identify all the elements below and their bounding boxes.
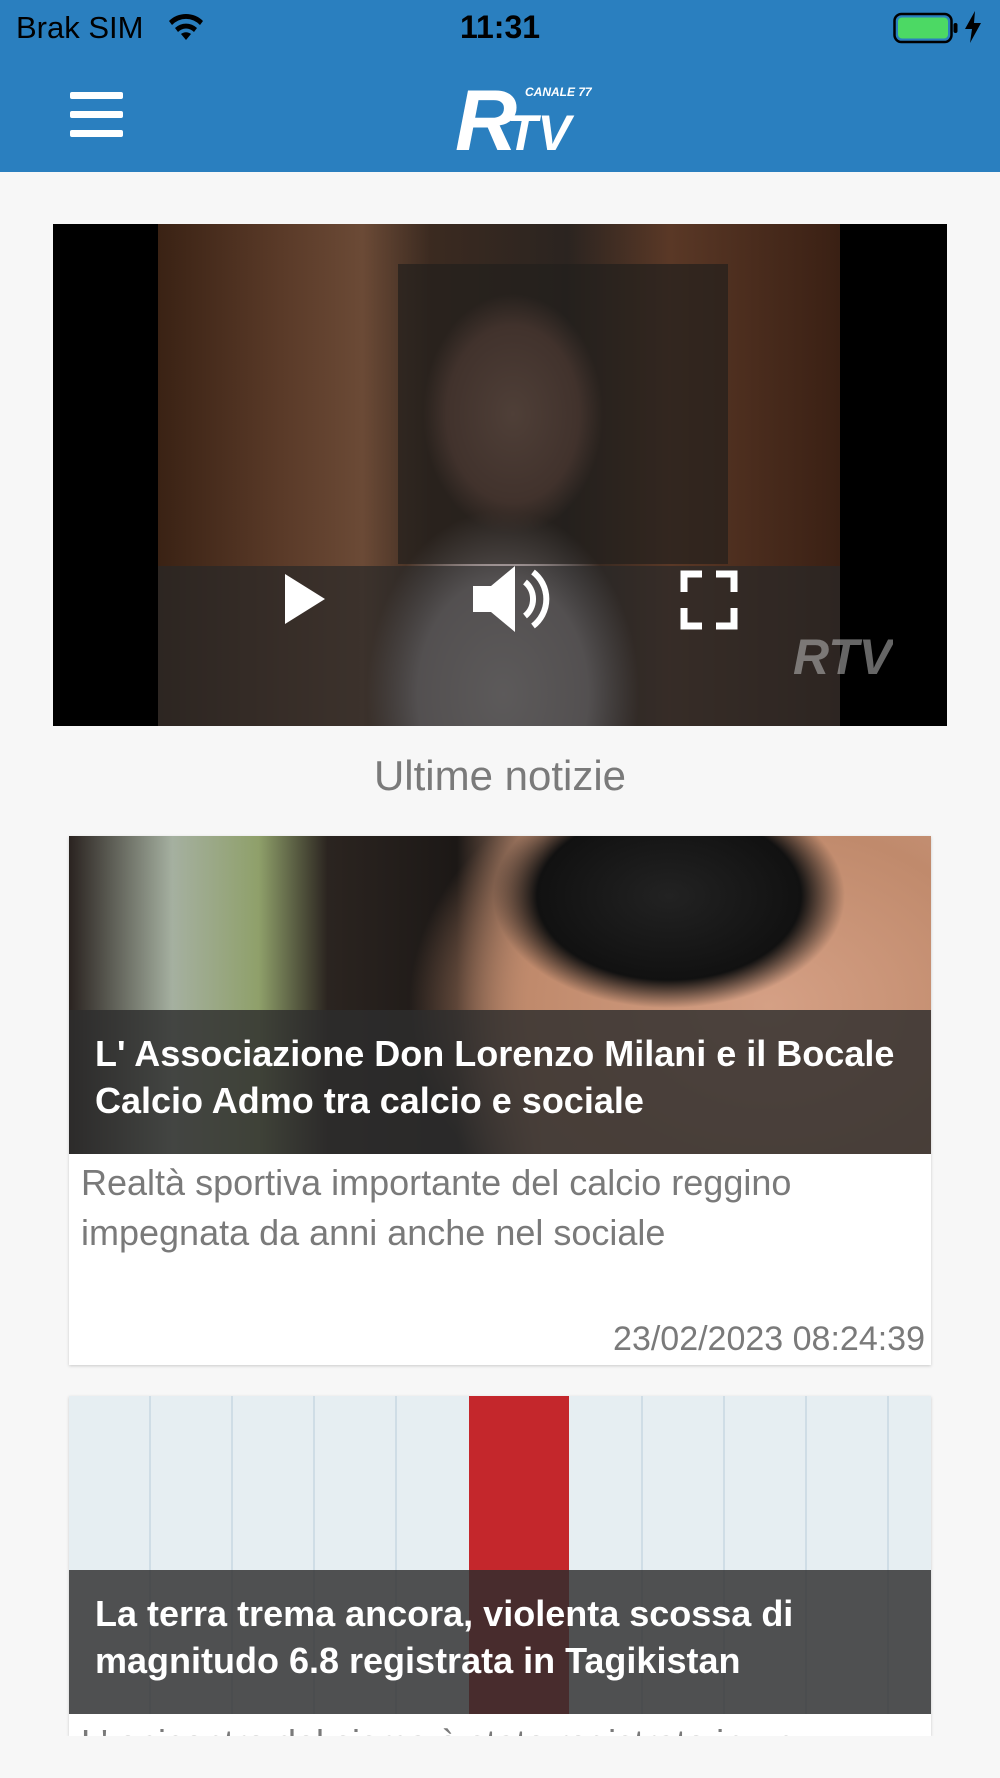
news-description: Realtà sportiva importante del calcio re… — [81, 1162, 792, 1253]
header-bar: R TV CANALE 77 — [0, 56, 1000, 172]
clock: 11:31 — [459, 9, 541, 45]
news-description: L' epicentro del sisma è stato registrat… — [81, 1718, 921, 1736]
play-icon[interactable] — [233, 524, 373, 674]
news-title: L' Associazione Don Lorenzo Milani e il … — [69, 1010, 931, 1154]
svg-text:CANALE 77: CANALE 77 — [525, 85, 593, 99]
bottom-area — [0, 1736, 1000, 1778]
volume-icon[interactable] — [433, 524, 593, 674]
svg-text:RTV: RTV — [793, 629, 893, 684]
news-card[interactable]: L' Associazione Don Lorenzo Milani e il … — [69, 836, 931, 1365]
fullscreen-icon[interactable] — [638, 524, 778, 674]
news-title: La terra trema ancora, violenta scossa d… — [69, 1570, 931, 1714]
status-bar: Brak SIM 11:31 — [0, 0, 1000, 56]
player-watermark: RTV — [793, 629, 893, 684]
rtv-logo: R TV CANALE 77 — [455, 73, 593, 160]
battery-icon — [893, 12, 958, 44]
charging-icon — [965, 11, 981, 43]
section-title: Ultime notizie — [373, 752, 627, 799]
news-card[interactable]: La terra trema ancora, violenta scossa d… — [69, 1396, 931, 1736]
svg-text:TV: TV — [507, 105, 575, 160]
hamburger-menu-icon[interactable] — [60, 82, 132, 148]
video-player[interactable]: RTV — [53, 224, 947, 726]
news-date: 23/02/2023 08:24:39 — [613, 1320, 925, 1358]
